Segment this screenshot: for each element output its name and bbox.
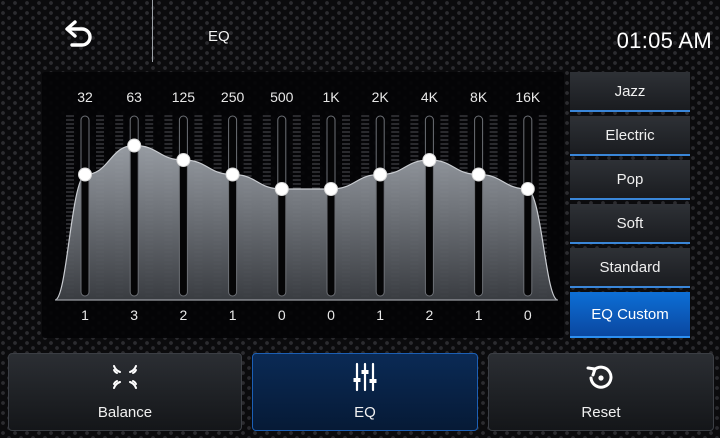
level-value: 3 bbox=[130, 307, 139, 323]
preset-eq-custom[interactable]: EQ Custom bbox=[570, 292, 690, 338]
preset-soft[interactable]: Soft bbox=[570, 204, 690, 244]
eq-slider-2K[interactable] bbox=[375, 115, 385, 297]
reset-button[interactable]: Reset bbox=[488, 353, 714, 431]
eq-slider-250[interactable] bbox=[228, 115, 238, 297]
level-value: 1 bbox=[228, 307, 237, 323]
eq-label: EQ bbox=[354, 404, 376, 421]
level-value: 0 bbox=[523, 307, 532, 323]
eq-slider-16K[interactable] bbox=[523, 115, 533, 297]
level-value: 1 bbox=[376, 307, 385, 323]
balance-button[interactable]: Balance bbox=[8, 353, 242, 431]
eq-slider-125[interactable] bbox=[178, 115, 188, 297]
reset-label: Reset bbox=[581, 404, 621, 421]
preset-electric[interactable]: Electric bbox=[570, 116, 690, 156]
eq-slider-4K[interactable] bbox=[424, 115, 434, 297]
eq-knob-16K[interactable] bbox=[520, 182, 535, 196]
freq-label: 16K bbox=[515, 89, 541, 105]
eq-graph bbox=[54, 115, 559, 301]
eq-knob-63[interactable] bbox=[127, 138, 142, 153]
back-arrow-icon bbox=[65, 20, 92, 47]
eq-knob-250[interactable] bbox=[225, 167, 240, 182]
preset-jazz[interactable]: Jazz bbox=[570, 72, 690, 112]
reset-icon bbox=[586, 365, 613, 389]
top-bar: EQ 01:05 AM bbox=[0, 0, 720, 68]
level-value: 0 bbox=[327, 307, 335, 323]
freq-label: 500 bbox=[270, 89, 294, 105]
freq-label: 4K bbox=[420, 89, 438, 105]
freq-label: 125 bbox=[171, 89, 196, 105]
eq-button[interactable]: EQ bbox=[252, 353, 478, 431]
header-divider bbox=[152, 0, 153, 62]
eq-panel: 32 1 63 3 125 2 250 1 500 0 1K 0 2K 1 4K 2 8K 1 16K 0 bbox=[42, 72, 564, 338]
freq-label: 1K bbox=[322, 89, 340, 105]
balance-label: Balance bbox=[97, 404, 153, 421]
freq-label: 250 bbox=[220, 89, 245, 105]
level-value: 1 bbox=[474, 307, 483, 323]
level-value: 0 bbox=[277, 307, 286, 323]
eq-knob-4K[interactable] bbox=[422, 153, 437, 167]
preset-list: Jazz Electric Pop Soft Standard EQ Custom bbox=[570, 72, 690, 338]
level-value: 1 bbox=[81, 307, 89, 323]
back-button[interactable] bbox=[40, 14, 130, 60]
eq-knob-500[interactable] bbox=[274, 182, 289, 196]
freq-label: 32 bbox=[77, 89, 93, 105]
eq-slider-8K[interactable] bbox=[474, 115, 484, 297]
freq-label: 2K bbox=[371, 89, 389, 105]
clock: 01:05 AM bbox=[616, 28, 712, 53]
balance-icon bbox=[113, 365, 137, 389]
eq-knob-32[interactable] bbox=[78, 167, 92, 182]
eq-knob-8K[interactable] bbox=[471, 167, 486, 182]
eq-knob-2K[interactable] bbox=[373, 167, 388, 182]
eq-knob-1K[interactable] bbox=[324, 182, 338, 196]
preset-standard[interactable]: Standard bbox=[570, 248, 690, 288]
preset-pop[interactable]: Pop bbox=[570, 160, 690, 200]
level-value: 2 bbox=[425, 307, 434, 323]
eq-knob-125[interactable] bbox=[176, 153, 191, 167]
eq-slider-500[interactable] bbox=[277, 115, 287, 297]
eq-sliders-icon bbox=[353, 362, 377, 392]
level-value: 2 bbox=[179, 307, 188, 323]
screen-title: EQ bbox=[208, 28, 230, 45]
eq-slider-32[interactable] bbox=[80, 115, 90, 297]
freq-label: 63 bbox=[126, 89, 142, 105]
freq-label: 8K bbox=[470, 89, 488, 105]
eq-slider-1K[interactable] bbox=[326, 115, 336, 297]
